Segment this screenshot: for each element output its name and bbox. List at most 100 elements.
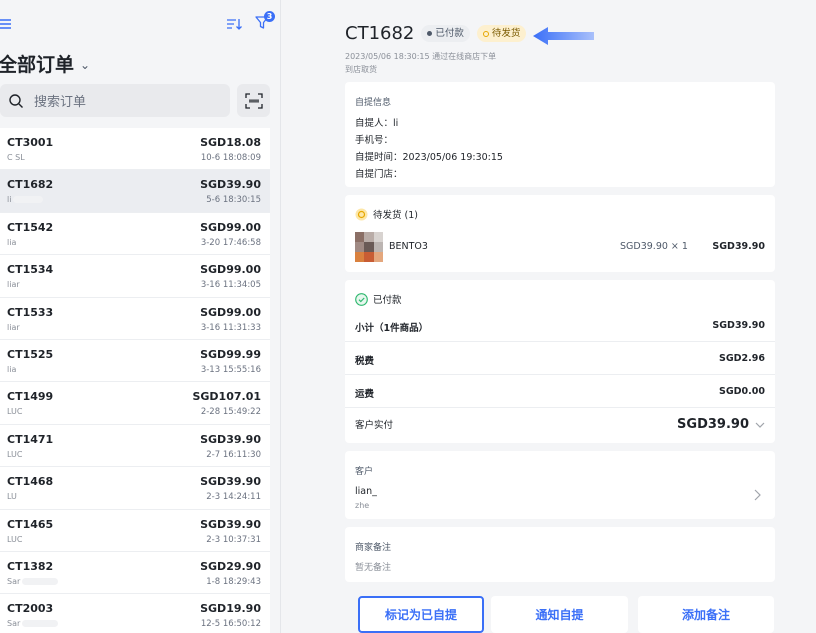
divider [345,341,775,342]
merchant-note-value: 暂无备注 [355,563,392,573]
merchant-note-card: 商家备注 暂无备注 [345,527,775,582]
customer-card[interactable]: 客户 lian_ zhe [345,451,775,519]
order-list-item[interactable]: CT1382 SGD29.90 Sar 1-8 18:29:43 [0,551,270,595]
product-unit-price: SGD39.90 × 1 [620,241,688,252]
order-customer: lia [7,238,18,247]
pending-items-header: 待发货 (1) [355,207,418,221]
customer-name: lian_ [355,486,377,497]
order-code: CT1533 [7,305,54,319]
order-customer-text: LUC [7,449,23,459]
scan-button[interactable] [237,84,270,117]
check-circle-icon [355,292,368,306]
total-paid-label: 客户实付 [355,420,394,431]
order-customer-text: Sar [7,576,21,586]
payment-status-badge: 已付款 [421,25,470,42]
order-list-item[interactable]: CT1525 SGD99.99 lia 3-13 15:55:16 [0,339,270,383]
order-time: 3-13 15:55:16 [200,364,261,375]
order-customer: lia [7,365,18,374]
sort-icon[interactable] [226,16,242,35]
order-customer-text: Sar [7,619,21,629]
menu-icon[interactable] [0,16,12,35]
order-customer: C SL [7,153,27,162]
order-customer-text: LU [7,492,17,502]
mark-picked-up-button[interactable]: 标记为已自提 [358,596,484,633]
pickup-method: 到店取货 [345,65,377,74]
order-code: CT1382 [7,559,54,573]
order-customer-text: liar [7,322,20,332]
subtotal-row: 小计（1件商品） SGD39.90 [355,320,765,334]
order-list-item[interactable]: CT1542 SGD99.00 lia 3-20 17:46:58 [0,212,270,256]
order-amount: SGD107.01 [192,390,261,404]
add-note-button[interactable]: 添加备注 [638,596,774,633]
order-amount: SGD29.90 [200,559,261,573]
order-list-item[interactable]: CT1471 SGD39.90 LUC 2-7 16:11:30 [0,424,270,468]
order-time: 1-8 18:29:43 [206,576,261,587]
order-time: 3-16 11:31:33 [200,322,261,333]
list-title: 全部订单 [0,54,75,76]
order-customer: liar [7,323,22,332]
order-list-item[interactable]: CT2003 SGD19.90 Sar 12-5 16:50:12 [0,594,270,633]
order-list-item[interactable]: CT1465 SGD39.90 LUC 2-3 10:37:31 [0,509,270,552]
order-time: 2-7 16:11:30 [206,449,261,460]
order-code: CT1682 [7,178,54,192]
list-toolbar: 3 [0,11,281,38]
order-list-item[interactable]: CT3001 SGD18.08 C SL 10-6 18:08:09 [0,128,270,171]
order-customer: LUC [7,535,25,544]
chevron-right-icon [754,489,761,501]
order-customer-text: liar [7,280,20,290]
divider [345,407,775,408]
order-time: 2-3 10:37:31 [206,534,261,545]
tax-value: SGD2.96 [719,353,765,364]
customer-header: 客户 [355,467,374,477]
order-list-item[interactable]: CT1468 SGD39.90 LU 2-3 14:24:11 [0,467,270,510]
divider [345,374,775,375]
order-list-item[interactable]: CT1534 SGD99.00 liar 3-16 11:34:05 [0,255,270,298]
redacted-mask [13,196,44,204]
order-number: CT1682 [345,23,415,44]
order-list-item[interactable]: CT1499 SGD107.01 LUC 2-28 15:49:22 [0,382,270,425]
order-customer: liar [7,280,22,289]
order-amount: SGD39.90 [200,517,261,531]
arrow-left-icon [533,27,594,45]
total-paid-row[interactable]: 客户实付 SGD39.90 [355,417,765,432]
order-amount: SGD18.08 [200,136,261,149]
product-name: BENTO3 [389,241,428,252]
total-paid-value: SGD39.90 [677,417,749,432]
order-customer: Sar [7,576,59,586]
pickup-person: 自提人：li [355,118,399,129]
status-dot-icon [427,31,433,36]
order-amount: SGD39.90 [200,475,261,489]
redacted-mask [22,620,59,628]
order-time: 2-3 14:24:11 [206,492,261,503]
order-scope-selector[interactable]: 全部订单 ⌄ [0,50,90,77]
order-time: 2-28 15:49:22 [200,407,261,418]
search-placeholder: 搜索订单 [34,95,87,110]
order-code: CT1465 [7,517,54,531]
shipping-row: 运费 SGD0.00 [355,386,765,400]
order-amount: SGD99.99 [200,347,261,361]
order-code: CT1471 [7,432,54,446]
merchant-note-header: 商家备注 [355,543,392,553]
order-code: CT1525 [7,347,54,361]
pickup-info-card: 自提信息 自提人：li 手机号： 自提时间：2023/05/06 19:30:1… [345,82,775,187]
payment-status-label: 已付款 [435,28,464,39]
search-icon [9,93,23,108]
order-customer-text: li [7,195,12,205]
chevron-down-icon: ⌄ [80,57,91,72]
notify-pickup-button[interactable]: 通知自提 [491,596,628,633]
search-input[interactable]: 搜索订单 [0,84,230,117]
pending-items-card: 待发货 (1) BENTO3 SGD39.90 × 1 SGD39.90 [345,195,775,272]
barcode-scan-icon [244,92,263,109]
order-list-item[interactable]: CT1682 SGD39.90 li 5-6 18:30:15 [0,170,270,213]
pickup-time: 自提时间：2023/05/06 19:30:15 [355,152,503,163]
customer-subline: zhe [355,501,370,510]
order-code: CT1468 [7,475,54,489]
order-list-item[interactable]: CT1533 SGD99.00 liar 3-16 11:31:33 [0,297,270,340]
payment-card: 已付款 小计（1件商品） SGD39.90 税费 SGD2.96 运费 SGD0… [345,280,775,443]
chevron-down-icon [755,422,765,428]
order-amount: SGD39.90 [200,432,261,446]
order-time: 3-16 11:34:05 [200,280,261,291]
order-amount: SGD19.90 [200,602,261,616]
subtotal-value: SGD39.90 [712,320,765,331]
order-amount: SGD99.00 [200,305,261,319]
